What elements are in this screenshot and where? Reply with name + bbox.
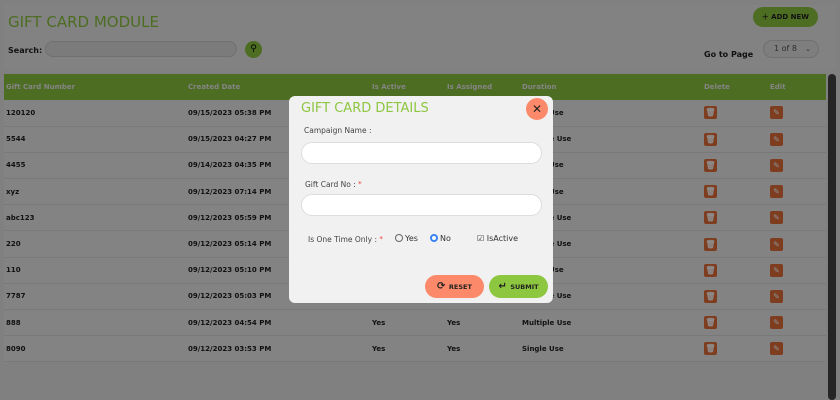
required-marker: * — [358, 180, 362, 188]
radio-selected-icon — [430, 234, 438, 242]
radio-icon — [395, 234, 403, 242]
radio-yes[interactable]: Yes — [395, 234, 418, 243]
gift-card-no-input[interactable] — [301, 194, 542, 216]
gift-card-no-label: Gift Card No : * — [305, 180, 362, 189]
isactive-checkbox[interactable]: ☑ IsActive — [477, 234, 518, 243]
campaign-name-label: Campaign Name : — [304, 126, 372, 135]
one-time-label: Is One Time Only : * — [308, 235, 383, 244]
close-button[interactable]: ✕ — [526, 98, 548, 120]
modal-title: GIFT CARD DETAILS — [301, 101, 429, 116]
close-icon: ✕ — [531, 102, 543, 116]
submit-button[interactable]: ↵ SUBMIT — [489, 275, 548, 298]
gift-card-details-modal: GIFT CARD DETAILS ✕ Campaign Name : Gift… — [289, 96, 553, 303]
campaign-name-input[interactable] — [301, 142, 542, 164]
checkbox-checked-icon: ☑ — [477, 234, 487, 243]
refresh-icon: ⟳ — [437, 281, 449, 292]
radio-no[interactable]: No — [430, 234, 451, 243]
reset-button[interactable]: ⟳ RESET — [425, 275, 484, 298]
enter-arrow-icon: ↵ — [498, 281, 511, 292]
